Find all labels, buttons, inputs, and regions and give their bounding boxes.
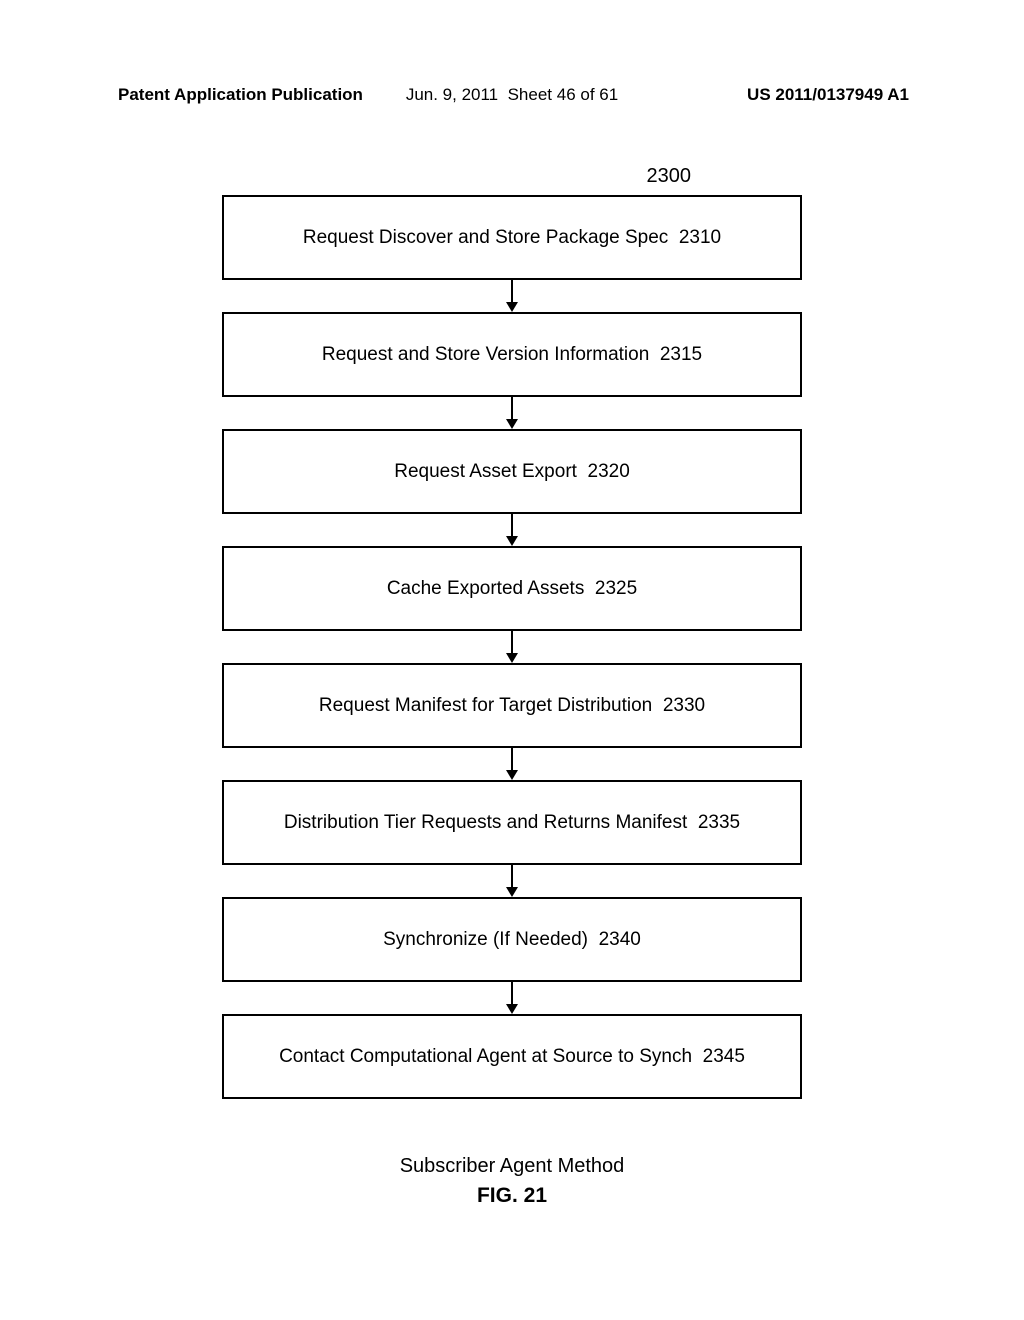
flow-step-2335: Distribution Tier Requests and Returns M… [222,780,802,865]
flow-step-2330: Request Manifest for Target Distribution… [222,663,802,748]
step-ref: 2335 [698,812,740,834]
step-label: Request Asset Export [394,461,577,483]
header-publication-type: Patent Application Publication [118,85,363,105]
step-ref: 2310 [679,227,721,249]
flow-step-2310: Request Discover and Store Package Spec … [222,195,802,280]
step-ref: 2320 [588,461,630,483]
step-label: Request and Store Version Information [322,344,649,366]
flow-step-2315: Request and Store Version Information 23… [222,312,802,397]
flow-arrow [506,280,518,312]
step-label: Request Discover and Store Package Spec [303,227,668,249]
flow-arrow [506,631,518,663]
caption-title: Subscriber Agent Method [400,1155,625,1178]
step-label: Synchronize (If Needed) [383,929,588,951]
step-label: Contact Computational Agent at Source to… [279,1046,692,1068]
flow-step-2325: Cache Exported Assets 2325 [222,546,802,631]
figure-label: FIG. 21 [400,1184,625,1208]
header-sheet: Sheet 46 of 61 [508,85,619,104]
flow-arrow [506,397,518,429]
step-label: Cache Exported Assets [387,578,585,600]
flow-step-2340: Synchronize (If Needed) 2340 [222,897,802,982]
flow-step-2345: Contact Computational Agent at Source to… [222,1014,802,1099]
step-ref: 2345 [703,1046,745,1068]
flow-step-2320: Request Asset Export 2320 [222,429,802,514]
flowchart-container: Request Discover and Store Package Spec … [222,195,802,1099]
step-ref: 2330 [663,695,705,717]
step-ref: 2340 [599,929,641,951]
step-label: Distribution Tier Requests and Returns M… [284,812,687,834]
step-ref: 2325 [595,578,637,600]
flow-arrow [506,748,518,780]
figure-caption: Subscriber Agent Method FIG. 21 [400,1155,625,1208]
header-date: Jun. 9, 2011 [406,85,498,104]
header-publication-number: US 2011/0137949 A1 [747,85,909,105]
diagram-reference-number: 2300 [647,165,692,188]
header-date-sheet: Jun. 9, 2011 Sheet 46 of 61 [406,85,618,105]
flow-arrow [506,982,518,1014]
step-ref: 2315 [660,344,702,366]
flow-arrow [506,514,518,546]
step-label: Request Manifest for Target Distribution [319,695,652,717]
flow-arrow [506,865,518,897]
page-header: Patent Application Publication Jun. 9, 2… [0,85,1024,105]
